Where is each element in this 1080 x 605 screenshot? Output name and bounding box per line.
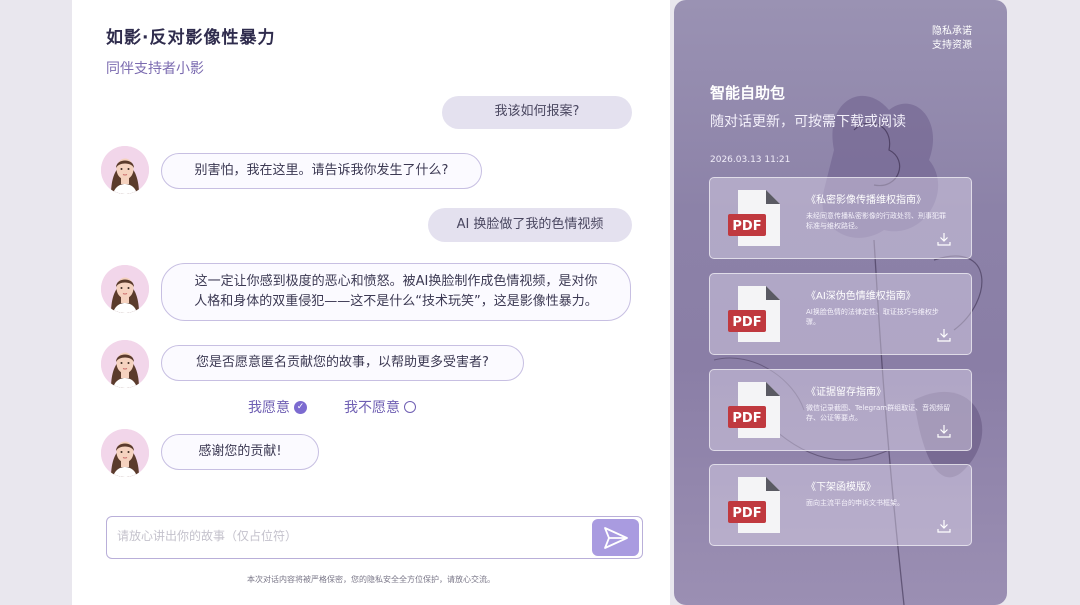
card-title: 《证据留存指南》 (806, 387, 886, 398)
download-icon[interactable] (937, 519, 951, 533)
message-line: 人格和身体的双重侵犯——这不是什么“技术玩笑”，这是影像性暴力。 (194, 294, 598, 309)
avatar (101, 146, 149, 194)
message-text: 您是否愿意匿名贡献您的故事，以帮助更多受害者? (196, 354, 489, 370)
card-title: 《AI深伪色情维权指南》 (806, 291, 916, 302)
message-input[interactable] (117, 529, 587, 543)
choice-label: 我愿意 (248, 400, 290, 416)
card-description: 面向主流平台的申诉文书框架。 (806, 499, 904, 507)
bot-message: 您是否愿意匿名贡献您的故事，以帮助更多受害者? (161, 345, 524, 381)
checkmark-icon: ✓ (294, 400, 307, 414)
bot-message: 这一定让你感到极度的恶心和愤怒。被AI换脸制作成色情视频，是对你 人格和身体的双… (161, 263, 631, 321)
avatar-portrait-icon (101, 429, 149, 477)
pdf-file-icon: PDF (728, 477, 780, 533)
radio-empty-icon (404, 401, 416, 413)
bot-message: 别害怕，我在这里。请告诉我你发生了什么? (161, 153, 482, 189)
resource-card[interactable]: PDF 《AI深伪色情维权指南》 AI换脸色情的法律定性、取证技巧与维权步骤。 (709, 273, 972, 355)
pdf-label: PDF (732, 411, 761, 426)
pdf-file-icon: PDF (728, 286, 780, 342)
avatar (101, 265, 149, 313)
message-text: 我该如何报案? (494, 104, 580, 120)
card-title: 《下架函模版》 (806, 482, 876, 493)
user-message: AI 换脸做了我的色情视频 (428, 208, 632, 242)
choice-no-button[interactable]: 我不愿意 (344, 397, 416, 417)
message-text: AI 换脸做了我的色情视频 (456, 216, 604, 232)
avatar-portrait-icon (101, 265, 149, 313)
avatar-portrait-icon (101, 340, 149, 388)
avatar (101, 340, 149, 388)
chat-panel: 如影·反对影像性暴力 同伴支持者小影 我该如何报案? 别害怕，我在这里。请告诉我… (72, 0, 670, 605)
avatar (101, 429, 149, 477)
send-button[interactable] (592, 519, 639, 556)
privacy-link[interactable]: 隐私承诺 (932, 25, 972, 39)
update-timestamp: 2026.03.13 11:21 (710, 155, 791, 165)
message-line: 这一定让你感到极度的恶心和愤怒。被AI换脸制作成色情视频，是对你 (194, 273, 598, 289)
pdf-label: PDF (732, 506, 761, 521)
send-icon (603, 526, 628, 549)
app-title: 如影·反对影像性暴力 (106, 28, 276, 48)
panel-subtitle: 随对话更新，可按需下载或阅读 (710, 114, 906, 130)
user-message: 我该如何报案? (442, 96, 632, 129)
support-resources-link[interactable]: 支持资源 (932, 39, 972, 53)
resource-card[interactable]: PDF 《证据留存指南》 微信记录截图、Telegram群组取证、音视频留存、公… (709, 369, 972, 451)
download-icon[interactable] (937, 328, 951, 342)
self-help-panel: 隐私承诺 支持资源 智能自助包 随对话更新，可按需下载或阅读 2026.03.1… (674, 0, 1007, 605)
download-icon[interactable] (937, 232, 951, 246)
pdf-file-icon: PDF (728, 382, 780, 438)
header-links: 隐私承诺 支持资源 (932, 25, 972, 53)
message-composer (106, 516, 643, 559)
message-text: 别害怕，我在这里。请告诉我你发生了什么? (194, 162, 449, 178)
bot-message: 感谢您的贡献! (161, 434, 319, 470)
card-description: AI换脸色情的法律定性、取证技巧与维权步骤。 (806, 308, 939, 326)
choice-label: 我不愿意 (344, 400, 400, 416)
avatar-portrait-icon (101, 146, 149, 194)
choice-yes-button[interactable]: 我愿意 ✓ (248, 397, 307, 417)
card-description: 未经同意传播私密影像的行政处罚、刑事犯罪标准与维权路径。 (806, 212, 946, 230)
panel-title: 智能自助包 (710, 84, 786, 102)
card-title: 《私密影像传播维权指南》 (806, 195, 926, 206)
resource-card[interactable]: PDF 《下架函模版》 面向主流平台的申诉文书框架。 (709, 464, 972, 546)
message-text: 感谢您的贡献! (198, 443, 282, 459)
assistant-name: 同伴支持者小影 (106, 61, 204, 77)
card-description: 微信记录截图、Telegram群组取证、音视频留存、公证等要点。 (806, 404, 951, 422)
download-icon[interactable] (937, 424, 951, 438)
resource-card[interactable]: PDF 《私密影像传播维权指南》 未经同意传播私密影像的行政处罚、刑事犯罪标准与… (709, 177, 972, 259)
pdf-label: PDF (732, 315, 761, 330)
pdf-file-icon: PDF (728, 190, 780, 246)
privacy-footnote: 本次对话内容将被严格保密，您的隐私安全全方位保护，请放心交流。 (247, 575, 495, 584)
pdf-label: PDF (732, 219, 761, 234)
